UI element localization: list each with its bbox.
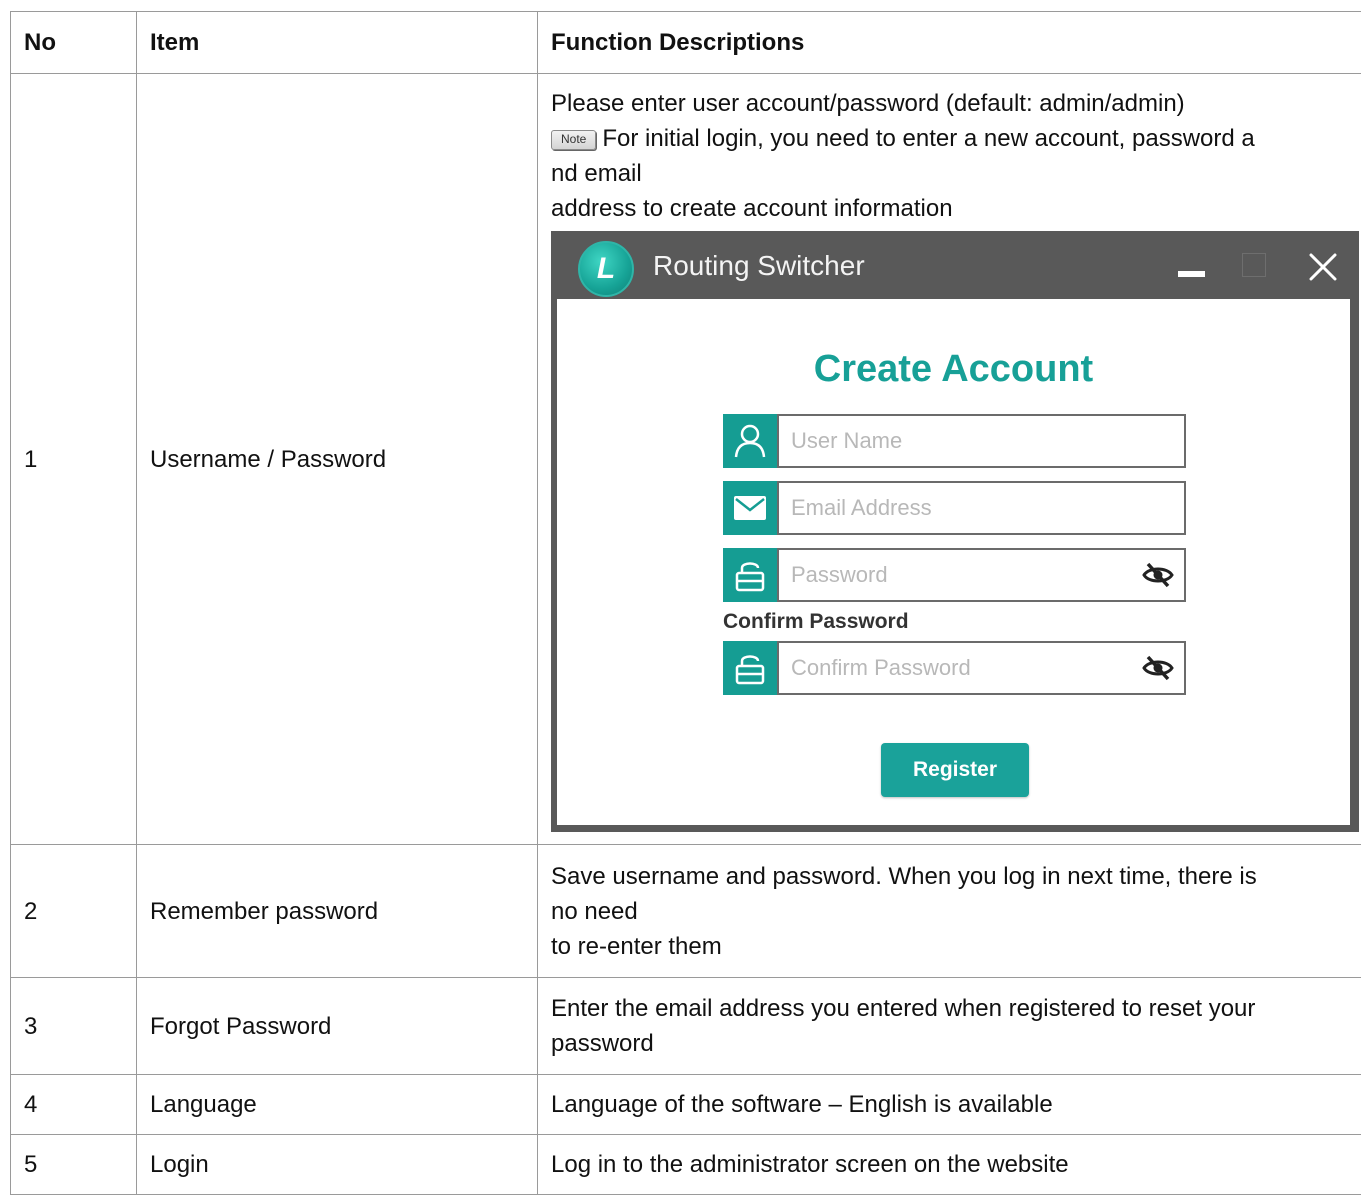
eye-slash-icon[interactable] [1141, 654, 1175, 682]
note-line: Note For initial login, you need to enter… [551, 121, 1348, 156]
maximize-icon[interactable] [1242, 253, 1266, 277]
row-no: 3 [10, 977, 137, 1075]
row-item: Forgot Password [136, 977, 538, 1075]
register-button[interactable]: Register [881, 743, 1029, 797]
row-item: Language [136, 1074, 538, 1135]
table-row: 2 Remember password Save username and pa… [10, 844, 1361, 978]
password-input[interactable] [777, 548, 1186, 602]
header-function-descriptions: Function Descriptions [537, 11, 1361, 74]
table-row: 5 Login Log in to the administrator scre… [10, 1134, 1361, 1195]
description-line: to re-enter them [551, 932, 722, 960]
description-line: no need [551, 897, 638, 925]
confirm-password-input[interactable] [777, 641, 1186, 695]
username-input[interactable] [777, 414, 1186, 468]
row-no: 4 [10, 1074, 137, 1135]
window-title: Routing Switcher [653, 250, 865, 281]
row-no: 5 [10, 1134, 137, 1195]
mail-icon [723, 481, 777, 535]
username-field-group [723, 414, 1186, 468]
description-line: address to create account information [551, 195, 953, 222]
user-icon [723, 414, 777, 468]
row-item: Remember password [136, 844, 538, 978]
create-account-heading: Create Account [813, 348, 1094, 390]
row-description: Log in to the administrator screen on th… [537, 1134, 1361, 1195]
window-title-bar: L Routing Switcher [551, 231, 1359, 303]
table-header-row: No Item Function Descriptions [10, 11, 1361, 74]
description-line: Language of the software – English is av… [551, 1091, 1053, 1118]
close-icon[interactable] [1307, 251, 1339, 283]
note-tag: Note [551, 130, 597, 150]
app-logo-letter: L [596, 252, 616, 285]
row-description: Save username and password. When you log… [537, 844, 1361, 978]
create-account-window: L Routing Switcher Create Account User N… [551, 231, 1359, 832]
row-description: Please enter user account/password (defa… [537, 73, 1361, 845]
description-line: Enter the email address you entered when… [551, 995, 1256, 1022]
description-line: password [551, 1030, 654, 1057]
function-table: No Item Function Descriptions 1 Username… [10, 11, 1361, 1195]
description-line: nd email [551, 160, 642, 187]
confirm-password-label: Confirm Password [723, 610, 909, 633]
window-client-area: Create Account User Name Email Address C… [557, 299, 1350, 825]
table-row: 3 Forgot Password Enter the email addres… [10, 977, 1361, 1075]
lock-icon [723, 548, 777, 602]
email-field-group [723, 481, 1186, 535]
table-row: 1 Username / Password Please enter user … [10, 73, 1361, 845]
password-field-group [723, 548, 1186, 602]
lock-icon [723, 641, 777, 695]
row-item: Login [136, 1134, 538, 1195]
description-line: Save username and password. When you log… [551, 862, 1257, 890]
header-no: No [10, 11, 137, 74]
row-item: Username / Password [136, 73, 538, 845]
email-input[interactable] [777, 481, 1186, 535]
row-no: 1 [10, 73, 137, 845]
header-item: Item [136, 11, 538, 74]
confirm-password-field-group [723, 641, 1186, 695]
description-line: Log in to the administrator screen on th… [551, 1151, 1069, 1178]
row-no: 2 [10, 844, 137, 978]
row-description: Enter the email address you entered when… [537, 977, 1361, 1075]
description-line: For initial login, you need to enter a n… [602, 125, 1255, 152]
table-row: 4 Language Language of the software – En… [10, 1074, 1361, 1135]
app-logo: L [578, 241, 634, 297]
description-line: Please enter user account/password (defa… [551, 90, 1185, 117]
eye-slash-icon[interactable] [1141, 561, 1175, 589]
minimize-icon[interactable] [1178, 271, 1205, 277]
row-description: Language of the software – English is av… [537, 1074, 1361, 1135]
